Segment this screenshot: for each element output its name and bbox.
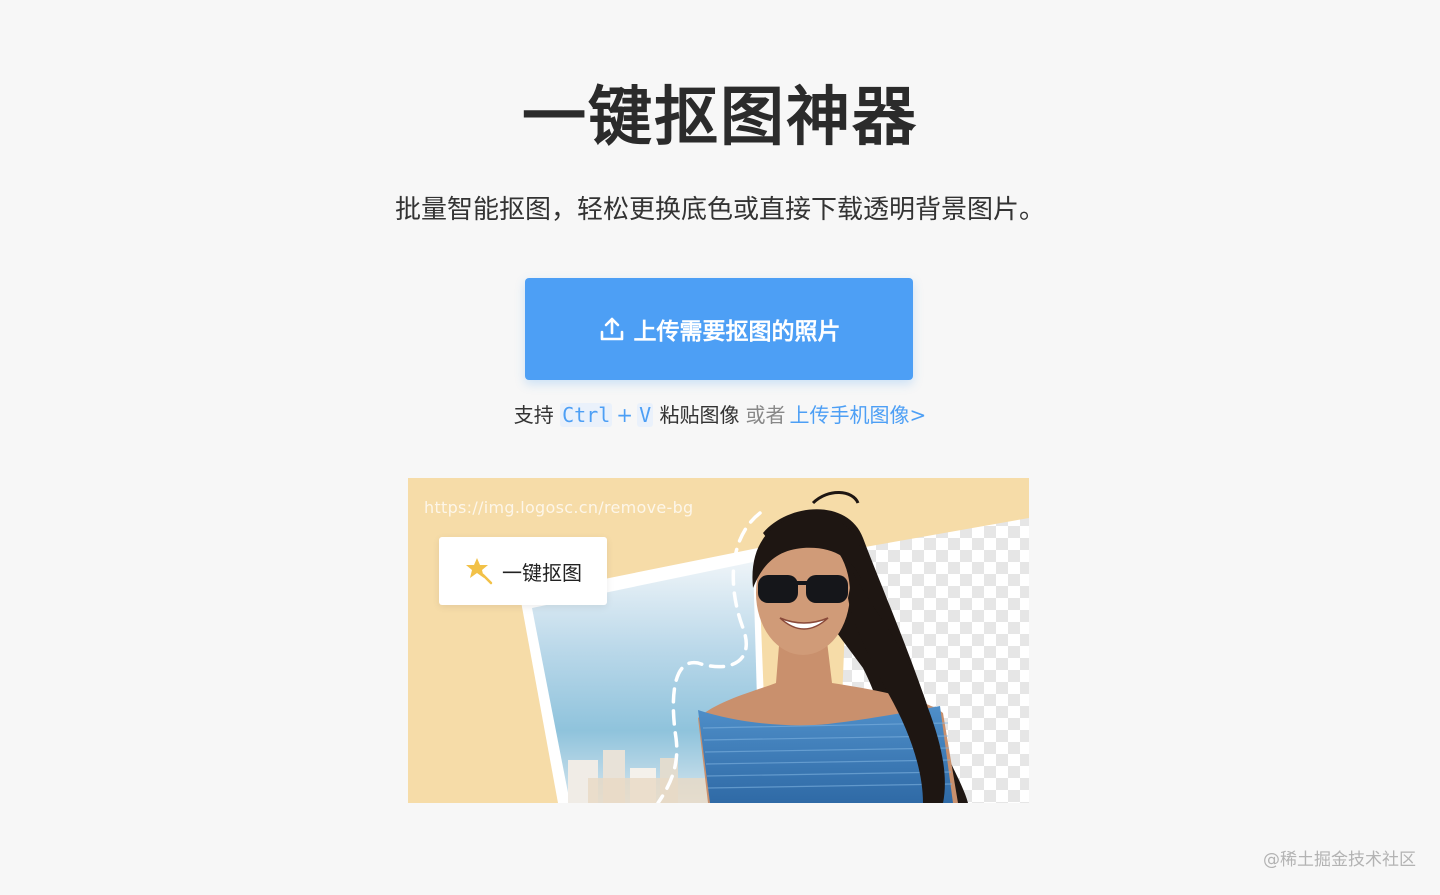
page-subtitle: 批量智能抠图，轻松更换底色或直接下载透明背景图片。	[394, 195, 1045, 225]
magic-star-icon	[464, 556, 494, 586]
watermark: @稀土掘金技术社区	[1263, 850, 1416, 870]
upload-photo-label: 上传需要抠图的照片	[633, 319, 841, 345]
demo-illustration: https://img.logosc.cn/remove-bg 一键抠图	[408, 478, 1029, 803]
upload-icon	[598, 315, 626, 343]
hint-or: 或者	[745, 403, 786, 427]
badge-label: 一键抠图	[502, 560, 582, 585]
one-click-cutout-badge: 一键抠图	[439, 537, 607, 605]
demo-artwork	[520, 491, 1029, 803]
paste-hint: 支持 Ctrl + V 粘贴图像 或者 上传手机图像>	[0, 398, 1440, 432]
hint-action: 粘贴图像	[659, 403, 740, 427]
ctrl-key: Ctrl	[560, 403, 613, 427]
hint-prefix: 支持	[513, 403, 554, 427]
upload-mobile-link[interactable]: 上传手机图像>	[789, 403, 926, 427]
plus-sign: +	[616, 403, 634, 427]
v-key: V	[637, 403, 654, 427]
page: 一键抠图神器 批量智能抠图，轻松更换底色或直接下载透明背景图片。 上传需要抠图的…	[0, 0, 1440, 895]
page-title: 一键抠图神器	[522, 81, 918, 155]
demo-url-text: https://img.logosc.cn/remove-bg	[424, 498, 694, 517]
upload-photo-button[interactable]: 上传需要抠图的照片	[525, 278, 913, 380]
